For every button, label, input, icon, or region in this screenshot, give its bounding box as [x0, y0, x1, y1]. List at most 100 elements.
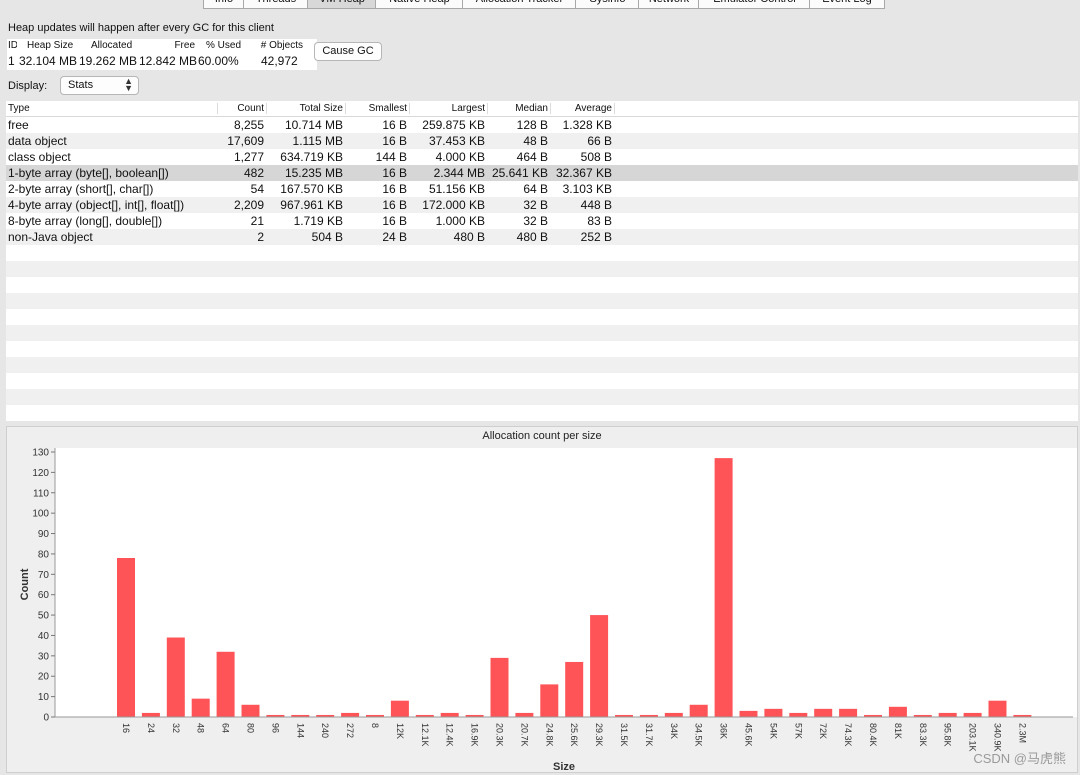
x-tick-label: 20.7K [519, 723, 529, 747]
x-tick-label: 34K [669, 723, 679, 739]
up-down-chevron-icon: ▲ ▼ [124, 76, 133, 93]
y-tick-label: 50 [38, 611, 50, 622]
x-axis-label: Size [553, 761, 575, 772]
x-tick-label: 8 [370, 723, 380, 728]
column-header-largest[interactable]: Largest [410, 103, 488, 114]
cell-average: 448 B [580, 198, 612, 212]
x-tick-label: 57K [793, 723, 803, 739]
tab-allocation-tracker[interactable]: Allocation Tracker [462, 0, 577, 9]
tab-bar: Info Threads VM Heap Native Heap Allocat… [0, 0, 1080, 10]
cell-largest: 172.000 KB [422, 198, 485, 212]
chart-bar [565, 661, 584, 717]
cell-count: 54 [250, 182, 264, 196]
chart-bar [216, 651, 235, 717]
cell-largest: 480 B [453, 230, 485, 244]
y-tick-label: 10 [38, 692, 50, 703]
display-select-value: Stats [68, 79, 94, 91]
x-tick-label: 80 [246, 723, 256, 733]
cell-count: 1,277 [233, 150, 264, 164]
heap-header-used: % Used [205, 40, 241, 51]
cell-total-size: 634.719 KB [280, 150, 343, 164]
cell-largest: 4.000 KB [435, 150, 485, 164]
cell-average: 508 B [580, 150, 612, 164]
empty-table-row [6, 341, 1078, 357]
heap-value-id: 1 [8, 54, 15, 68]
y-tick-label: 40 [38, 631, 50, 642]
table-row[interactable]: 8-byte array (long[], double[]) 21 1.719 K… [6, 213, 1078, 229]
cell-largest: 51.156 KB [428, 182, 485, 196]
tab-threads[interactable]: Threads [243, 0, 309, 9]
cell-type: 8-byte array (long[], double[]) [8, 214, 163, 228]
stats-table: Type Count Total Size Smallest Largest M… [6, 101, 1078, 421]
cell-average: 83 B [587, 214, 612, 228]
chart-bar [689, 704, 708, 717]
empty-table-row [6, 405, 1078, 421]
tab-native-heap[interactable]: Native Heap [375, 0, 464, 9]
x-tick-label: 144 [295, 723, 305, 738]
y-tick-label: 80 [38, 549, 50, 560]
tab-event-log[interactable]: Event Log [809, 0, 885, 9]
cell-median: 480 B [516, 230, 548, 244]
cell-count: 8,255 [233, 118, 264, 132]
column-header-median[interactable]: Median [488, 103, 551, 114]
cell-average: 66 B [587, 134, 612, 148]
tab-network[interactable]: Network [638, 0, 700, 9]
heap-header-objects: # Objects [260, 40, 303, 51]
empty-table-row [6, 245, 1078, 261]
table-row[interactable]: class object 1,277 634.719 KB 144 B 4.000 KB… [6, 149, 1078, 165]
y-tick-label: 130 [32, 448, 49, 459]
table-row[interactable]: 1-byte array (byte[], boolean[]) 482 15.23… [6, 165, 1078, 181]
y-axis-label: Count [19, 568, 31, 600]
tab-info[interactable]: Info [203, 0, 245, 9]
cell-type: free [8, 118, 29, 132]
table-row[interactable]: free 8,255 10.714 MB 16 B 259.875 KB 128 B 1.3… [6, 117, 1078, 133]
chart-title: Allocation count per size [482, 430, 601, 442]
cell-smallest: 144 B [375, 150, 407, 164]
cell-total-size: 1.719 KB [293, 214, 343, 228]
chart-bar [888, 706, 907, 717]
column-header-count[interactable]: Count [218, 103, 267, 114]
cell-median: 64 B [523, 182, 548, 196]
tab-vm-heap[interactable]: VM Heap [307, 0, 377, 9]
tab-sysinfo[interactable]: Sysinfo [575, 0, 640, 9]
cell-smallest: 16 B [382, 118, 407, 132]
heap-value-used: 60.00% [198, 54, 239, 68]
cause-gc-button[interactable]: Cause GC [314, 42, 382, 61]
x-tick-label: 74.3K [843, 723, 853, 747]
chart-bar [664, 712, 683, 717]
x-tick-label: 72K [818, 723, 828, 739]
table-row[interactable]: 4-byte array (object[], int[], float[]) 2… [6, 197, 1078, 213]
column-header-smallest[interactable]: Smallest [346, 103, 410, 114]
chart-bar [166, 637, 185, 717]
cell-median: 128 B [516, 118, 548, 132]
chart-bar [490, 657, 509, 717]
column-header-type[interactable]: Type [8, 103, 218, 114]
empty-table-row [6, 309, 1078, 325]
y-tick-label: 20 [38, 672, 50, 683]
table-row[interactable]: non-Java object 2 504 B 24 B 480 B 480 B 252 B [6, 229, 1078, 245]
heap-header-size: Heap Size [27, 40, 74, 51]
x-tick-label: 24 [146, 723, 156, 733]
table-row[interactable]: data object 17,609 1.115 MB 16 B 37.453 KB 48… [6, 133, 1078, 149]
cell-average: 3.103 KB [562, 182, 612, 196]
tab-emulator-control[interactable]: Emulator Control [698, 0, 811, 9]
y-tick-label: 70 [38, 570, 50, 581]
chart-bar [440, 712, 459, 717]
cell-average: 32.367 KB [555, 166, 612, 180]
cell-smallest: 16 B [382, 134, 407, 148]
table-row[interactable]: 2-byte array (short[], char[]) 54 167.570 … [6, 181, 1078, 197]
empty-table-row [6, 261, 1078, 277]
column-header-average[interactable]: Average [551, 103, 615, 114]
chart-bar [241, 704, 260, 717]
x-tick-label: 31.5K [619, 723, 629, 747]
gc-notice: Heap updates will happen after every GC … [8, 22, 274, 34]
cell-count: 2 [257, 230, 264, 244]
display-select[interactable]: Stats ▲ ▼ [60, 76, 139, 95]
cell-smallest: 24 B [382, 230, 407, 244]
x-tick-label: 16 [121, 723, 131, 733]
column-header-total-size[interactable]: Total Size [267, 103, 346, 114]
cell-largest: 1.000 KB [435, 214, 485, 228]
cell-total-size: 10.714 MB [284, 118, 343, 132]
heap-value-objects: 42,972 [261, 54, 298, 68]
cell-smallest: 16 B [382, 182, 407, 196]
